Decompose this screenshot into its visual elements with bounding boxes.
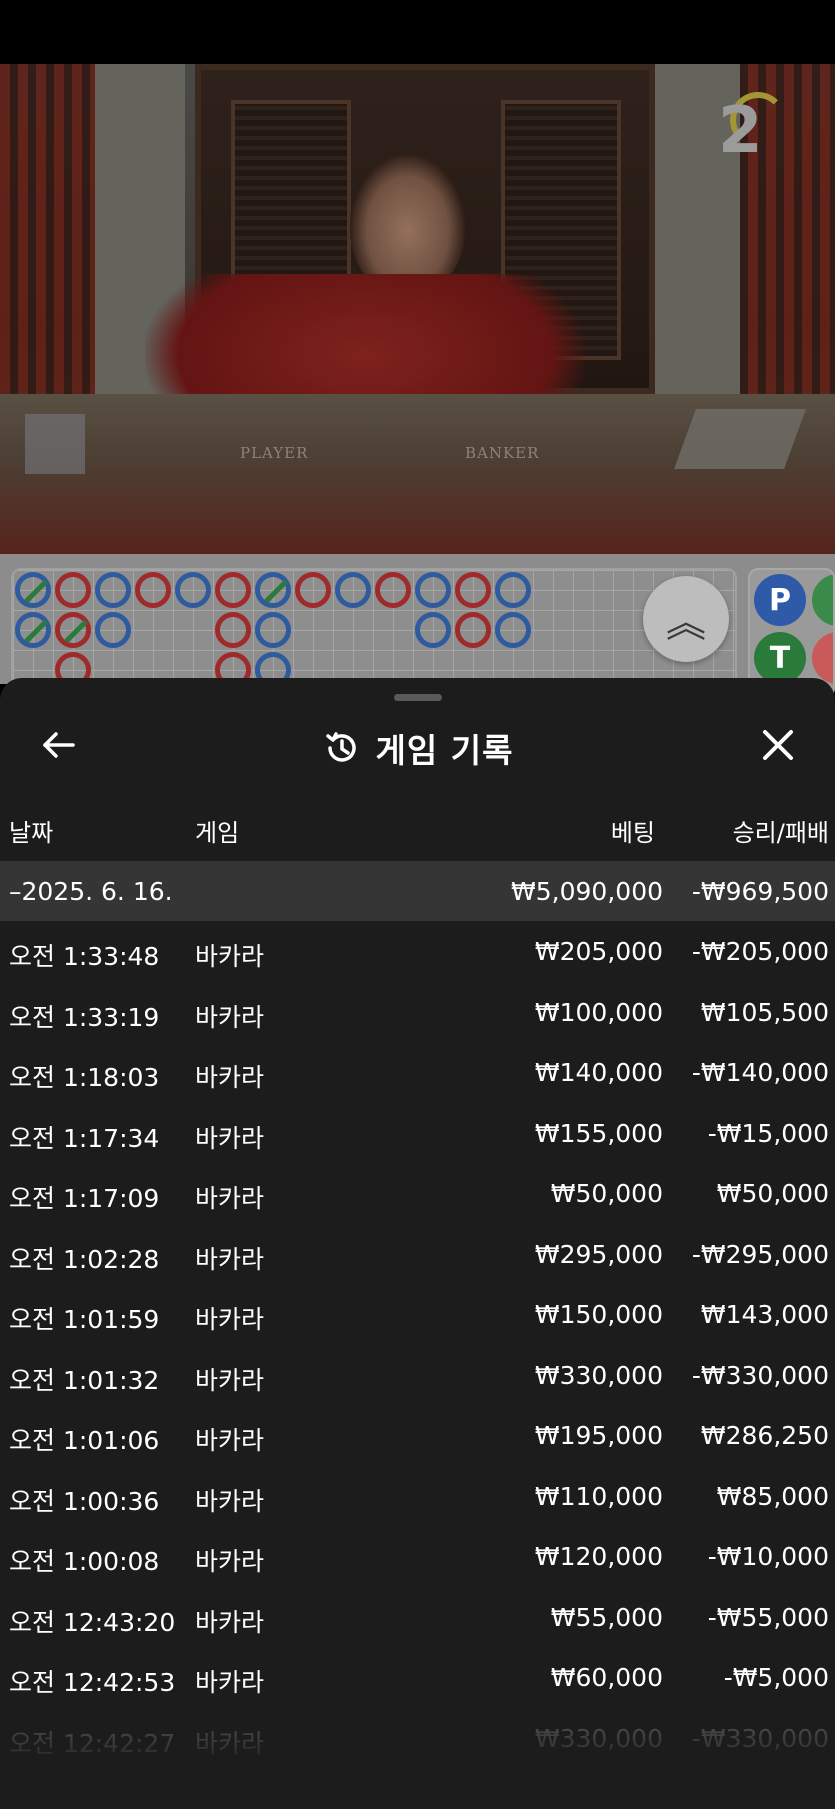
table-row[interactable]: 오전 1:01:06 바카라 ₩195,000 ₩286,250 — [0, 1405, 835, 1466]
table-row[interactable]: 오전 12:42:27 바카라 ₩330,000 -₩330,000 — [0, 1708, 835, 1769]
row-bet: ₩140,000 — [534, 1058, 663, 1087]
row-bet: ₩100,000 — [534, 997, 663, 1027]
tile-partial-1 — [812, 574, 833, 626]
row-game: 바카라 — [195, 1668, 265, 1697]
game-history-sheet: 게임 기록 날짜 게임 베팅 승리/패배 –2025. 6. 16. ₩5,09… — [0, 678, 835, 1809]
live-video: PLAYER BANKER 2 — [0, 64, 835, 554]
row-win-loss: -₩10,000 — [707, 1542, 829, 1571]
row-time: 오전 12:42:27 — [9, 1728, 176, 1758]
table-row[interactable]: 오전 1:33:19 바카라 ₩100,000 ₩105,500 — [0, 982, 835, 1043]
col-win-loss[interactable]: 승리/패배 — [733, 813, 829, 848]
page-title: 게임 기록 — [375, 731, 514, 770]
row-bet: ₩195,000 — [534, 1421, 663, 1450]
close-button[interactable] — [751, 718, 805, 772]
sheet-header: 게임 기록 — [0, 708, 835, 788]
row-bet: ₩330,000 — [534, 1723, 663, 1753]
close-icon — [763, 730, 793, 760]
row-time: 오전 1:02:28 — [9, 1244, 160, 1274]
row-game: 바카라 — [195, 1184, 265, 1213]
row-time: 오전 12:42:53 — [9, 1668, 176, 1697]
row-time: 오전 12:43:20 — [9, 1607, 176, 1637]
row-bet: ₩120,000 — [534, 1542, 663, 1571]
row-win-loss: ₩85,000 — [716, 1481, 829, 1511]
row-time: 오전 1:17:09 — [9, 1184, 160, 1213]
row-win-loss: -₩55,000 — [707, 1602, 829, 1632]
row-time: 오전 1:00:36 — [9, 1486, 160, 1516]
date-group-row[interactable]: –2025. 6. 16. ₩5,090,000 -₩969,500 — [0, 861, 835, 921]
row-bet: ₩330,000 — [534, 1360, 663, 1390]
row-bet: ₩205,000 — [534, 937, 663, 966]
row-win-loss: -₩15,000 — [707, 1118, 829, 1148]
tile-partial-2 — [812, 632, 833, 684]
col-game[interactable]: 게임 — [195, 813, 239, 848]
history-icon — [325, 732, 356, 762]
arrow-left-icon — [43, 732, 75, 758]
row-win-loss: -₩205,000 — [691, 937, 829, 966]
col-bet[interactable]: 베팅 — [611, 813, 655, 848]
group-bet-total: ₩5,090,000 — [511, 877, 663, 906]
row-game: 바카라 — [195, 1305, 265, 1334]
table-header: 날짜 게임 베팅 승리/패배 — [0, 813, 835, 853]
row-game: 바카라 — [195, 1486, 265, 1516]
table-row[interactable]: 오전 1:17:09 바카라 ₩50,000 ₩50,000 — [0, 1163, 835, 1224]
group-date: –2025. 6. 16. — [9, 877, 173, 906]
row-game: 바카라 — [195, 1123, 265, 1153]
table-row[interactable]: 오전 1:00:36 바카라 ₩110,000 ₩85,000 — [0, 1466, 835, 1527]
double-chevron-up-icon: ︽ — [666, 600, 706, 646]
row-win-loss: ₩286,250 — [700, 1421, 829, 1450]
table-row[interactable]: 오전 1:02:28 바카라 ₩295,000 -₩295,000 — [0, 1224, 835, 1285]
row-win-loss: -₩295,000 — [691, 1239, 829, 1269]
row-game: 바카라 — [195, 1002, 265, 1032]
row-time: 오전 1:01:32 — [9, 1365, 160, 1395]
table-row[interactable]: 오전 1:17:34 바카라 ₩155,000 -₩15,000 — [0, 1103, 835, 1164]
row-game: 바카라 — [195, 1063, 265, 1092]
row-game: 바카라 — [195, 1728, 265, 1758]
group-win-loss-total: -₩969,500 — [691, 877, 829, 906]
row-bet: ₩155,000 — [534, 1118, 663, 1148]
row-game: 바카라 — [195, 942, 265, 971]
table-row[interactable]: 오전 12:43:20 바카라 ₩55,000 -₩55,000 — [0, 1587, 835, 1648]
table-row[interactable]: 오전 12:42:53 바카라 ₩60,000 -₩5,000 — [0, 1647, 835, 1708]
history-list: 오전 1:33:48 바카라 ₩205,000 -₩205,000 오전 1:33:19… — [0, 921, 835, 1768]
row-win-loss: -₩330,000 — [691, 1723, 829, 1753]
tie-tile[interactable]: T — [754, 632, 806, 684]
row-win-loss: ₩50,000 — [716, 1179, 829, 1208]
row-bet: ₩150,000 — [534, 1300, 663, 1329]
row-time: 오전 1:17:34 — [9, 1123, 160, 1153]
row-time: 오전 1:01:59 — [9, 1305, 160, 1334]
row-time: 오전 1:33:19 — [9, 1002, 160, 1032]
expand-roadmap-button[interactable]: ︽ — [643, 576, 729, 662]
row-time: 오전 1:18:03 — [9, 1063, 160, 1092]
row-win-loss: ₩105,500 — [700, 997, 829, 1027]
row-time: 오전 1:33:48 — [9, 942, 160, 971]
table-row[interactable]: 오전 1:01:32 바카라 ₩330,000 -₩330,000 — [0, 1345, 835, 1406]
row-game: 바카라 — [195, 1607, 265, 1637]
table-row[interactable]: 오전 1:18:03 바카라 ₩140,000 -₩140,000 — [0, 1042, 835, 1103]
row-time: 오전 1:00:08 — [9, 1547, 160, 1576]
row-win-loss: ₩143,000 — [700, 1300, 829, 1329]
row-bet: ₩55,000 — [550, 1602, 663, 1632]
player-tile[interactable]: P — [754, 574, 806, 626]
table-row[interactable]: 오전 1:00:08 바카라 ₩120,000 -₩10,000 — [0, 1526, 835, 1587]
row-bet: ₩50,000 — [550, 1179, 663, 1208]
row-game: 바카라 — [195, 1365, 265, 1395]
row-win-loss: -₩5,000 — [723, 1663, 829, 1692]
table-row[interactable]: 오전 1:33:48 바카라 ₩205,000 -₩205,000 — [0, 921, 835, 982]
sheet-grabber[interactable] — [394, 694, 442, 701]
row-game: 바카라 — [195, 1547, 265, 1576]
col-date[interactable]: 날짜 — [9, 813, 53, 848]
row-win-loss: -₩330,000 — [691, 1360, 829, 1390]
back-button[interactable] — [34, 720, 84, 770]
row-bet: ₩110,000 — [534, 1481, 663, 1511]
row-win-loss: -₩140,000 — [691, 1058, 829, 1087]
status-bar — [0, 0, 835, 64]
row-bet: ₩60,000 — [550, 1663, 663, 1692]
row-time: 오전 1:01:06 — [9, 1426, 160, 1455]
row-game: 바카라 — [195, 1426, 265, 1455]
row-bet: ₩295,000 — [534, 1239, 663, 1269]
table-row[interactable]: 오전 1:01:59 바카라 ₩150,000 ₩143,000 — [0, 1284, 835, 1345]
row-game: 바카라 — [195, 1244, 265, 1274]
